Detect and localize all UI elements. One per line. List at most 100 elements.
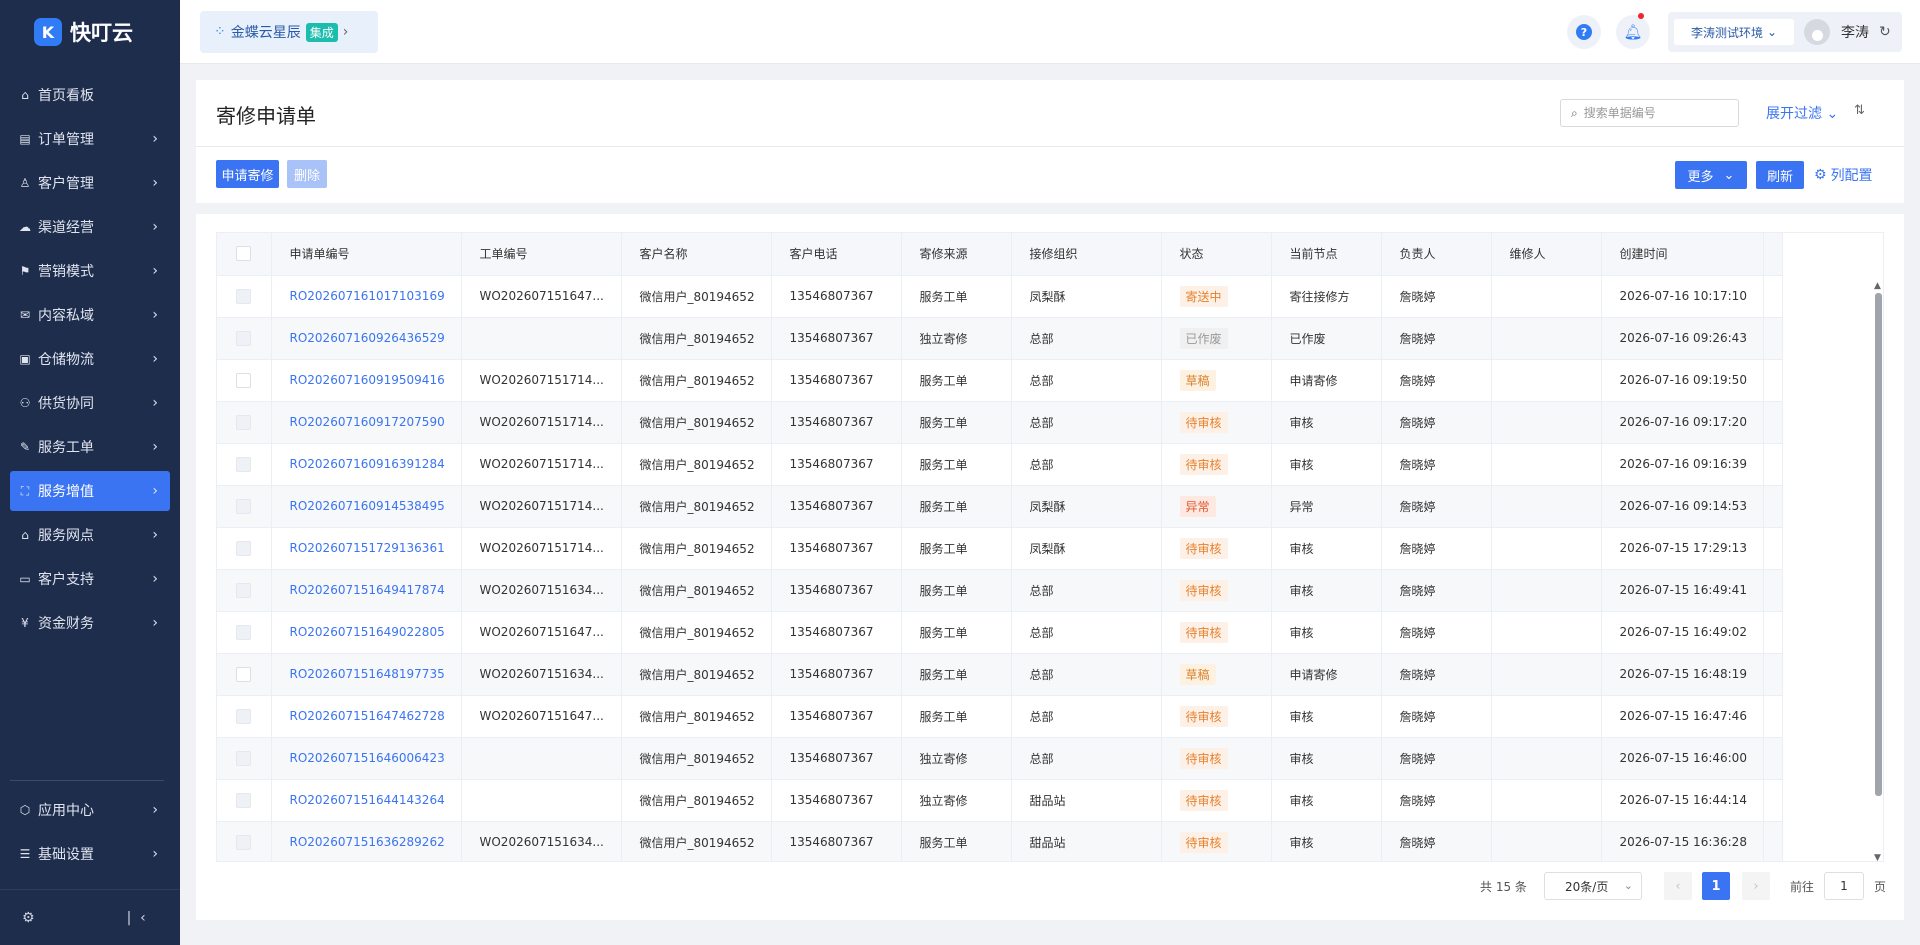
refresh-button[interactable]: 刷新	[1756, 161, 1804, 189]
avatar[interactable]	[1804, 19, 1830, 45]
sidebar-menu: ⌂ 首页看板 ▤ 订单管理 › ♙ 客户管理 › ☁ 渠道经营 › ⚑ 营销模式 › ✉ 内容私域 › ▣ 仓储物流…	[0, 75, 180, 643]
row-checkbox[interactable]	[236, 834, 252, 850]
refresh-icon[interactable]: ↻	[1879, 24, 1891, 40]
repair-org-cell: 总部	[1011, 653, 1162, 696]
table-row[interactable]: RO202607160926436529 微信用户_80194652 1354680…	[217, 317, 1783, 360]
page-number-button[interactable]: 1	[1702, 872, 1730, 900]
app-logo[interactable]: K 快叮云	[0, 0, 180, 64]
apply-repair-button[interactable]: 申请寄修	[216, 160, 279, 188]
sidebar-item-marketing[interactable]: ⚑ 营销模式 ›	[10, 251, 170, 291]
application-id-link[interactable]: RO202607160926436529	[290, 331, 445, 345]
scroll-down-icon[interactable]: ▼	[1874, 853, 1881, 861]
application-id-link[interactable]: RO202607151647462728	[290, 709, 445, 723]
table-row[interactable]: RO202607161017103169 WO202607151647... 微信用…	[217, 275, 1783, 318]
page-size-select[interactable]: 20条/页 ⌄	[1544, 872, 1642, 900]
row-checkbox[interactable]	[236, 288, 252, 304]
table-row[interactable]: RO202607151649417874 WO202607151634... 微信用…	[217, 569, 1783, 612]
owner-text: 詹晓婷	[1399, 499, 1436, 514]
table-row[interactable]: RO202607160916391284 WO202607151714... 微信用…	[217, 443, 1783, 486]
sidebar-item-settings-list[interactable]: ☰ 基础设置 ›	[10, 834, 170, 874]
application-id-link[interactable]: RO202607151646006423	[290, 751, 445, 765]
sidebar-item-label: 客户支持	[38, 572, 94, 588]
sidebar-item-channel[interactable]: ☁ 渠道经营 ›	[10, 207, 170, 247]
sidebar-item-store[interactable]: ⌂ 服务网点 ›	[10, 515, 170, 555]
goto-page-input[interactable]: 1	[1824, 872, 1864, 900]
status-cell: 待审核	[1161, 821, 1272, 861]
column-config-button[interactable]: ⚙ 列配置	[1814, 165, 1873, 185]
prev-page-button[interactable]: ‹	[1664, 872, 1692, 900]
row-checkbox[interactable]	[236, 750, 252, 766]
application-id-link[interactable]: RO202607151649417874	[290, 583, 445, 597]
sidebar-item-home[interactable]: ⌂ 首页看板	[10, 75, 170, 115]
sidebar-item-workorder[interactable]: ✎ 服务工单 ›	[10, 427, 170, 467]
scrollbar-thumb[interactable]	[1875, 293, 1882, 796]
created-time-cell: 2026-07-16 09:19:50	[1601, 359, 1764, 402]
vertical-scrollbar[interactable]: ▲ ▼	[1873, 281, 1883, 861]
customer-phone-text: 13546807367	[789, 373, 874, 387]
application-id-link[interactable]: RO202607160917207590	[290, 415, 445, 429]
current-node-text: 寄往接修方	[1289, 289, 1350, 304]
more-button[interactable]: 更多 ⌄	[1675, 161, 1747, 189]
next-page-button[interactable]: ›	[1742, 872, 1770, 900]
table-row[interactable]: RO202607151636289262 WO202607151634... 微信用…	[217, 821, 1783, 861]
collapse-sidebar-icon[interactable]: | ‹	[127, 910, 146, 926]
sidebar-item-supply[interactable]: ⚇ 供货协同 ›	[10, 383, 170, 423]
expand-filter-button[interactable]: 展开过滤 ⌄	[1766, 103, 1838, 123]
chevron-right-icon: ›	[342, 24, 349, 40]
row-checkbox[interactable]	[236, 708, 252, 724]
sidebar-item-cube[interactable]: ⬡ 应用中心 ›	[10, 790, 170, 830]
row-checkbox[interactable]	[236, 456, 252, 472]
search-input[interactable]	[1583, 106, 1724, 120]
table-row[interactable]: RO202607160914538495 WO202607151714... 微信用…	[217, 485, 1783, 528]
table-row[interactable]: RO202607151644143264 微信用户_80194652 1354680…	[217, 779, 1783, 822]
delete-button[interactable]: 删除	[287, 160, 327, 188]
customer-name-cell: 微信用户_80194652	[621, 779, 772, 822]
table-row[interactable]: RO202607151649022805 WO202607151647... 微信用…	[217, 611, 1783, 654]
sidebar-item-user[interactable]: ♙ 客户管理 ›	[10, 163, 170, 203]
search-box[interactable]: ⌕	[1560, 99, 1739, 127]
table-row[interactable]: RO202607151729136361 WO202607151714... 微信用…	[217, 527, 1783, 570]
sidebar-item-content[interactable]: ✉ 内容私域 ›	[10, 295, 170, 335]
environment-select[interactable]: 李涛测试环境 ⌄	[1674, 19, 1794, 45]
help-button[interactable]: ?	[1567, 15, 1601, 49]
sidebar-item-warehouse[interactable]: ▣ 仓储物流 ›	[10, 339, 170, 379]
table-row[interactable]: RO202607151648197735 WO202607151634... 微信用…	[217, 653, 1783, 696]
sidebar-item-order[interactable]: ▤ 订单管理 ›	[10, 119, 170, 159]
application-id-link[interactable]: RO202607151648197735	[290, 667, 445, 681]
table-row[interactable]: RO202607151647462728 WO202607151647... 微信用…	[217, 695, 1783, 738]
application-id-link[interactable]: RO202607151649022805	[290, 625, 445, 639]
sort-icon[interactable]: ⇅	[1854, 103, 1865, 118]
application-id-link[interactable]: RO202607160919509416	[290, 373, 445, 387]
row-checkbox[interactable]	[236, 666, 252, 682]
source-text: 服务工单	[919, 373, 968, 388]
settings-gear-icon[interactable]: ⚙	[22, 910, 35, 926]
application-id-link[interactable]: RO202607151729136361	[290, 541, 445, 555]
row-checkbox[interactable]	[236, 330, 252, 346]
table-row[interactable]: RO202607160917207590 WO202607151714... 微信用…	[217, 401, 1783, 444]
sidebar-item-support[interactable]: ▭ 客户支持 ›	[10, 559, 170, 599]
row-checkbox[interactable]	[236, 624, 252, 640]
sidebar-item-bag[interactable]: ⛶ 服务增值 ›	[10, 471, 170, 511]
user-name[interactable]: 李涛	[1841, 22, 1869, 42]
application-id-link[interactable]: RO202607151644143264	[290, 793, 445, 807]
application-id-link[interactable]: RO202607160914538495	[290, 499, 445, 513]
select-all-checkbox[interactable]	[236, 246, 252, 262]
scroll-up-icon[interactable]: ▲	[1874, 281, 1881, 291]
table-row[interactable]: RO202607151646006423 微信用户_80194652 1354680…	[217, 737, 1783, 780]
application-id-link[interactable]: RO202607151636289262	[290, 835, 445, 849]
application-id-link[interactable]: RO202607160916391284	[290, 457, 445, 471]
application-id-link[interactable]: RO202607161017103169	[290, 289, 445, 303]
row-checkbox[interactable]	[236, 414, 252, 430]
current-node-cell: 审核	[1271, 779, 1382, 822]
row-checkbox[interactable]	[236, 498, 252, 514]
notification-button[interactable]: 🔔︎	[1616, 13, 1650, 49]
sidebar-item-yuan[interactable]: ¥ 资金财务 ›	[10, 603, 170, 643]
row-checkbox[interactable]	[236, 540, 252, 556]
table-row[interactable]: RO202607160919509416 WO202607151714... 微信用…	[217, 359, 1783, 402]
integration-switch[interactable]: ⁘ 金蝶云星辰 集成 ›	[200, 11, 378, 53]
row-checkbox[interactable]	[236, 582, 252, 598]
row-checkbox[interactable]	[236, 372, 252, 388]
row-checkbox[interactable]	[236, 792, 252, 808]
source-text: 服务工单	[919, 499, 968, 514]
customer-phone-text: 13546807367	[789, 583, 874, 597]
